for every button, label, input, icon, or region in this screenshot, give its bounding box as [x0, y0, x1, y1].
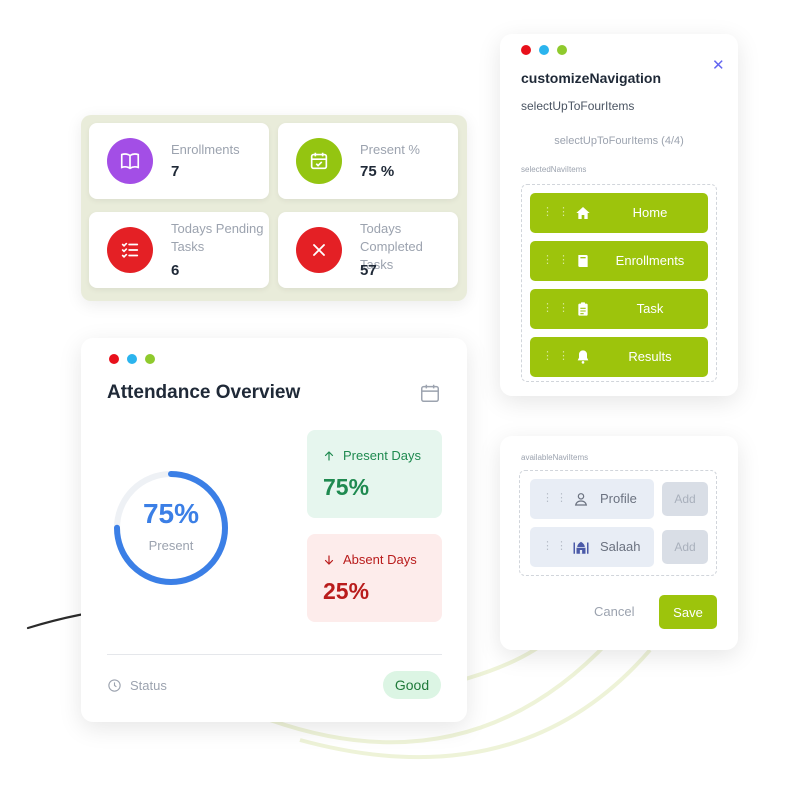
clock-icon [108, 679, 121, 692]
save-button[interactable]: Save [659, 595, 717, 629]
cancel-button[interactable]: Cancel [594, 604, 634, 619]
ring-label: Present [148, 538, 194, 553]
task-list-icon [107, 227, 153, 273]
dot-red [521, 45, 531, 55]
present-days-card: Present Days 75% [307, 430, 442, 518]
arrow-up-icon [324, 450, 334, 461]
nav-item-label: Task [636, 301, 664, 316]
stat-label: Enrollments [171, 142, 240, 157]
user-icon [572, 490, 590, 508]
calendar-icon[interactable] [419, 382, 441, 404]
available-item-label: Salaah [600, 539, 641, 554]
customize-navigation-dialog: customizeNavigation ✕ selectUpToFourItem… [500, 34, 738, 396]
nav-item-task[interactable]: ⋮ ⋮ Task [530, 289, 708, 329]
dialog-subtitle: selectUpToFourItems [521, 99, 635, 113]
calendar-check-icon [296, 138, 342, 184]
dot-blue [539, 45, 549, 55]
present-days-label: Present Days [343, 448, 422, 463]
available-items-dropzone: ⋮ ⋮ Profile Add ⋮ ⋮ Salaah Add [519, 470, 717, 576]
status-badge: Good [383, 671, 441, 699]
selection-count: selectUpToFourItems (4/4) [554, 135, 684, 147]
dot-green [557, 45, 567, 55]
nav-item-label: Results [628, 349, 672, 364]
stat-value: 7 [171, 163, 180, 180]
drag-handle-icon[interactable]: ⋮ ⋮ [542, 253, 570, 266]
nav-item-label: Home [632, 205, 668, 220]
drag-handle-icon[interactable]: ⋮ ⋮ [542, 301, 570, 314]
absent-days-label: Absent Days [343, 552, 417, 567]
nav-item-enrollments[interactable]: ⋮ ⋮ Enrollments [530, 241, 708, 281]
drag-handle-icon[interactable]: ⋮ ⋮ [542, 205, 570, 218]
selected-items-dropzone: ⋮ ⋮ Home ⋮ ⋮ Enrollments ⋮ ⋮ Task ⋮ ⋮ Re… [521, 184, 717, 382]
stat-card-pending-tasks[interactable]: Todays Pending Tasks 6 [89, 212, 269, 288]
dot-blue [127, 354, 137, 364]
divider [107, 654, 442, 655]
status-label: Status [130, 678, 167, 693]
absent-days-value: 25% [323, 578, 370, 604]
stat-value: 57 [360, 262, 377, 279]
dialog-title: customizeNavigation [521, 70, 662, 86]
available-item-salaah[interactable]: ⋮ ⋮ Salaah [530, 527, 654, 567]
stat-value: 6 [171, 262, 180, 279]
available-item-profile[interactable]: ⋮ ⋮ Profile [530, 479, 654, 519]
dot-red [109, 354, 119, 364]
dot-green [145, 354, 155, 364]
absent-days-card: Absent Days 25% [307, 534, 442, 622]
stat-card-enrollments[interactable]: Enrollments 7 [89, 123, 269, 199]
status-row: Status [107, 678, 167, 693]
stats-panel: Enrollments 7 Present % 75 % Todays Pend… [81, 115, 467, 301]
book-icon [107, 138, 153, 184]
add-salaah-button[interactable]: Add [662, 530, 708, 564]
close-circle-icon [296, 227, 342, 273]
nav-item-results[interactable]: ⋮ ⋮ Results [530, 337, 708, 377]
book-icon [574, 252, 592, 270]
available-items-label: availableNaviItems [521, 453, 589, 462]
home-icon [574, 204, 592, 222]
ring-percent: 75% [142, 498, 200, 529]
drag-handle-icon[interactable]: ⋮ ⋮ [542, 491, 567, 504]
arrow-down-icon [324, 554, 334, 565]
bell-icon [574, 348, 592, 366]
stat-card-present[interactable]: Present % 75 % [278, 123, 458, 199]
attendance-card: Attendance Overview 75% Present Present … [81, 338, 467, 722]
stat-label: Todays Pending Tasks [171, 221, 264, 254]
selected-items-label: selectedNaviItems [521, 165, 587, 174]
page-title: Attendance Overview [107, 382, 301, 403]
present-days-value: 75% [323, 474, 370, 500]
drag-handle-icon[interactable]: ⋮ ⋮ [542, 349, 570, 362]
stat-label: Present % [360, 142, 420, 157]
nav-item-label: Enrollments [615, 253, 685, 268]
stat-card-completed-tasks[interactable]: Todays Completed Tasks 57 [278, 212, 458, 288]
stat-value: 75 % [360, 163, 395, 180]
mosque-icon [572, 538, 590, 556]
add-profile-button[interactable]: Add [662, 482, 708, 516]
nav-item-home[interactable]: ⋮ ⋮ Home [530, 193, 708, 233]
window-dots [521, 45, 567, 55]
available-item-label: Profile [600, 491, 637, 506]
window-dots [109, 354, 155, 364]
drag-handle-icon[interactable]: ⋮ ⋮ [542, 539, 567, 552]
clipboard-icon [574, 300, 592, 318]
close-icon[interactable]: ✕ [712, 56, 725, 74]
available-items-dialog: availableNaviItems ⋮ ⋮ Profile Add ⋮ ⋮ S… [500, 436, 738, 650]
